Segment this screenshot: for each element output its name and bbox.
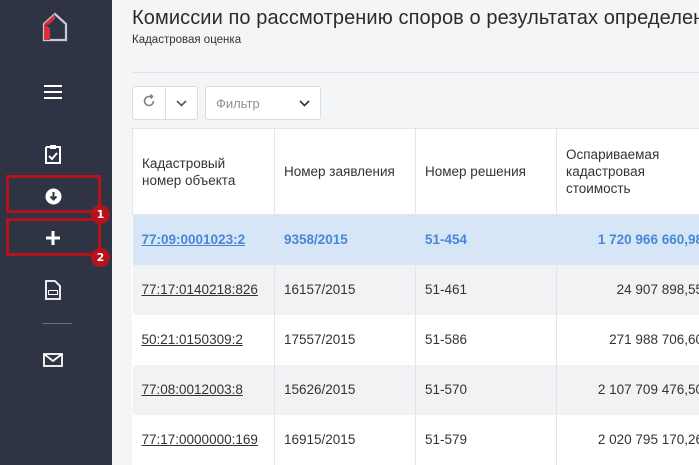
main-content: Комиссии по рассмотрению споров о резуль… bbox=[112, 0, 699, 465]
cadastral-link[interactable]: 77:17:0140218:826 bbox=[142, 282, 258, 297]
column-header-value[interactable]: Оспариваемая кадастровая стоимость bbox=[556, 128, 699, 215]
table-row[interactable]: 77:08:0012003:8 15626/2015 51-570 2 107 … bbox=[132, 364, 699, 415]
sidebar-divider bbox=[42, 323, 72, 324]
step-badge-2: 2 bbox=[91, 248, 110, 267]
highlight-box-download bbox=[6, 175, 101, 213]
refresh-button-group bbox=[132, 86, 198, 120]
cadastral-link[interactable]: 77:08:0012003:8 bbox=[142, 382, 243, 397]
cell-application: 16157/2015 bbox=[274, 264, 416, 315]
filter-dropdown[interactable]: Фильтр bbox=[205, 86, 321, 120]
cell-cadastral: 77:09:0001023:2 bbox=[132, 214, 275, 265]
filter-label: Фильтр bbox=[216, 95, 260, 111]
column-header-application[interactable]: Номер заявления bbox=[274, 128, 416, 215]
cell-value: 24 907 898,55 bbox=[556, 264, 699, 315]
sidebar: 1 2 bbox=[0, 0, 112, 465]
column-header-cadastral[interactable]: Кадастровый номер объекта bbox=[132, 128, 275, 215]
cadastral-link[interactable]: 50:21:0150309:2 bbox=[142, 332, 243, 347]
column-header-decision[interactable]: Номер решения bbox=[415, 128, 557, 215]
cell-application: 16915/2015 bbox=[274, 414, 416, 465]
sidebar-tasks-button[interactable] bbox=[0, 134, 106, 174]
cadastral-link[interactable]: 77:09:0001023:2 bbox=[142, 232, 246, 247]
cell-cadastral: 77:17:0140218:826 bbox=[132, 264, 275, 315]
cell-value: 1 720 966 660,98 bbox=[556, 214, 699, 265]
step-badge-1: 1 bbox=[91, 205, 110, 224]
cell-decision: 51-454 bbox=[415, 214, 557, 265]
page-subtitle: Кадастровая оценка bbox=[132, 34, 242, 46]
cell-application: 15626/2015 bbox=[274, 364, 416, 415]
home-logo-icon[interactable] bbox=[40, 10, 70, 44]
table-row[interactable]: 77:17:0140218:826 16157/2015 51-461 24 9… bbox=[132, 264, 699, 315]
header-divider bbox=[132, 72, 699, 73]
disputes-table: Кадастровый номер объекта Номер заявлени… bbox=[132, 128, 699, 465]
cell-decision: 51-570 bbox=[415, 364, 557, 415]
sidebar-export-xls-button[interactable] bbox=[0, 270, 106, 310]
cell-cadastral: 77:17:0000000:169 bbox=[132, 414, 275, 465]
refresh-button[interactable] bbox=[133, 87, 165, 119]
cell-cadastral: 77:08:0012003:8 bbox=[132, 364, 275, 415]
refresh-options-dropdown[interactable] bbox=[164, 87, 197, 119]
refresh-icon bbox=[142, 93, 156, 113]
table-row[interactable]: 77:09:0001023:2 9358/2015 51-454 1 720 9… bbox=[132, 214, 699, 265]
chevron-down-icon bbox=[176, 94, 187, 112]
mail-icon bbox=[43, 353, 63, 367]
table-header-row: Кадастровый номер объекта Номер заявлени… bbox=[132, 128, 699, 215]
cell-application: 9358/2015 bbox=[274, 214, 416, 265]
sidebar-menu-button[interactable] bbox=[0, 72, 106, 112]
cell-value: 2 107 709 476,50 bbox=[556, 364, 699, 415]
cell-decision: 51-461 bbox=[415, 264, 557, 315]
cell-decision: 51-579 bbox=[415, 414, 557, 465]
cell-decision: 51-586 bbox=[415, 314, 557, 365]
document-check-icon bbox=[44, 144, 62, 164]
xls-file-icon bbox=[45, 280, 61, 300]
cell-cadastral: 50:21:0150309:2 bbox=[132, 314, 275, 365]
highlight-box-add bbox=[6, 218, 101, 256]
cell-value: 271 988 706,60 bbox=[556, 314, 699, 365]
menu-icon bbox=[44, 85, 62, 99]
table-row[interactable]: 50:21:0150309:2 17557/2015 51-586 271 98… bbox=[132, 314, 699, 365]
cell-value: 2 020 795 170,26 bbox=[556, 414, 699, 465]
cell-application: 17557/2015 bbox=[274, 314, 416, 365]
cadastral-link[interactable]: 77:17:0000000:169 bbox=[142, 432, 258, 447]
sidebar-mail-button[interactable] bbox=[0, 340, 106, 380]
chevron-down-icon bbox=[299, 94, 310, 112]
table-row[interactable]: 77:17:0000000:169 16915/2015 51-579 2 02… bbox=[132, 414, 699, 465]
page-title: Комиссии по рассмотрению споров о резуль… bbox=[132, 7, 699, 29]
